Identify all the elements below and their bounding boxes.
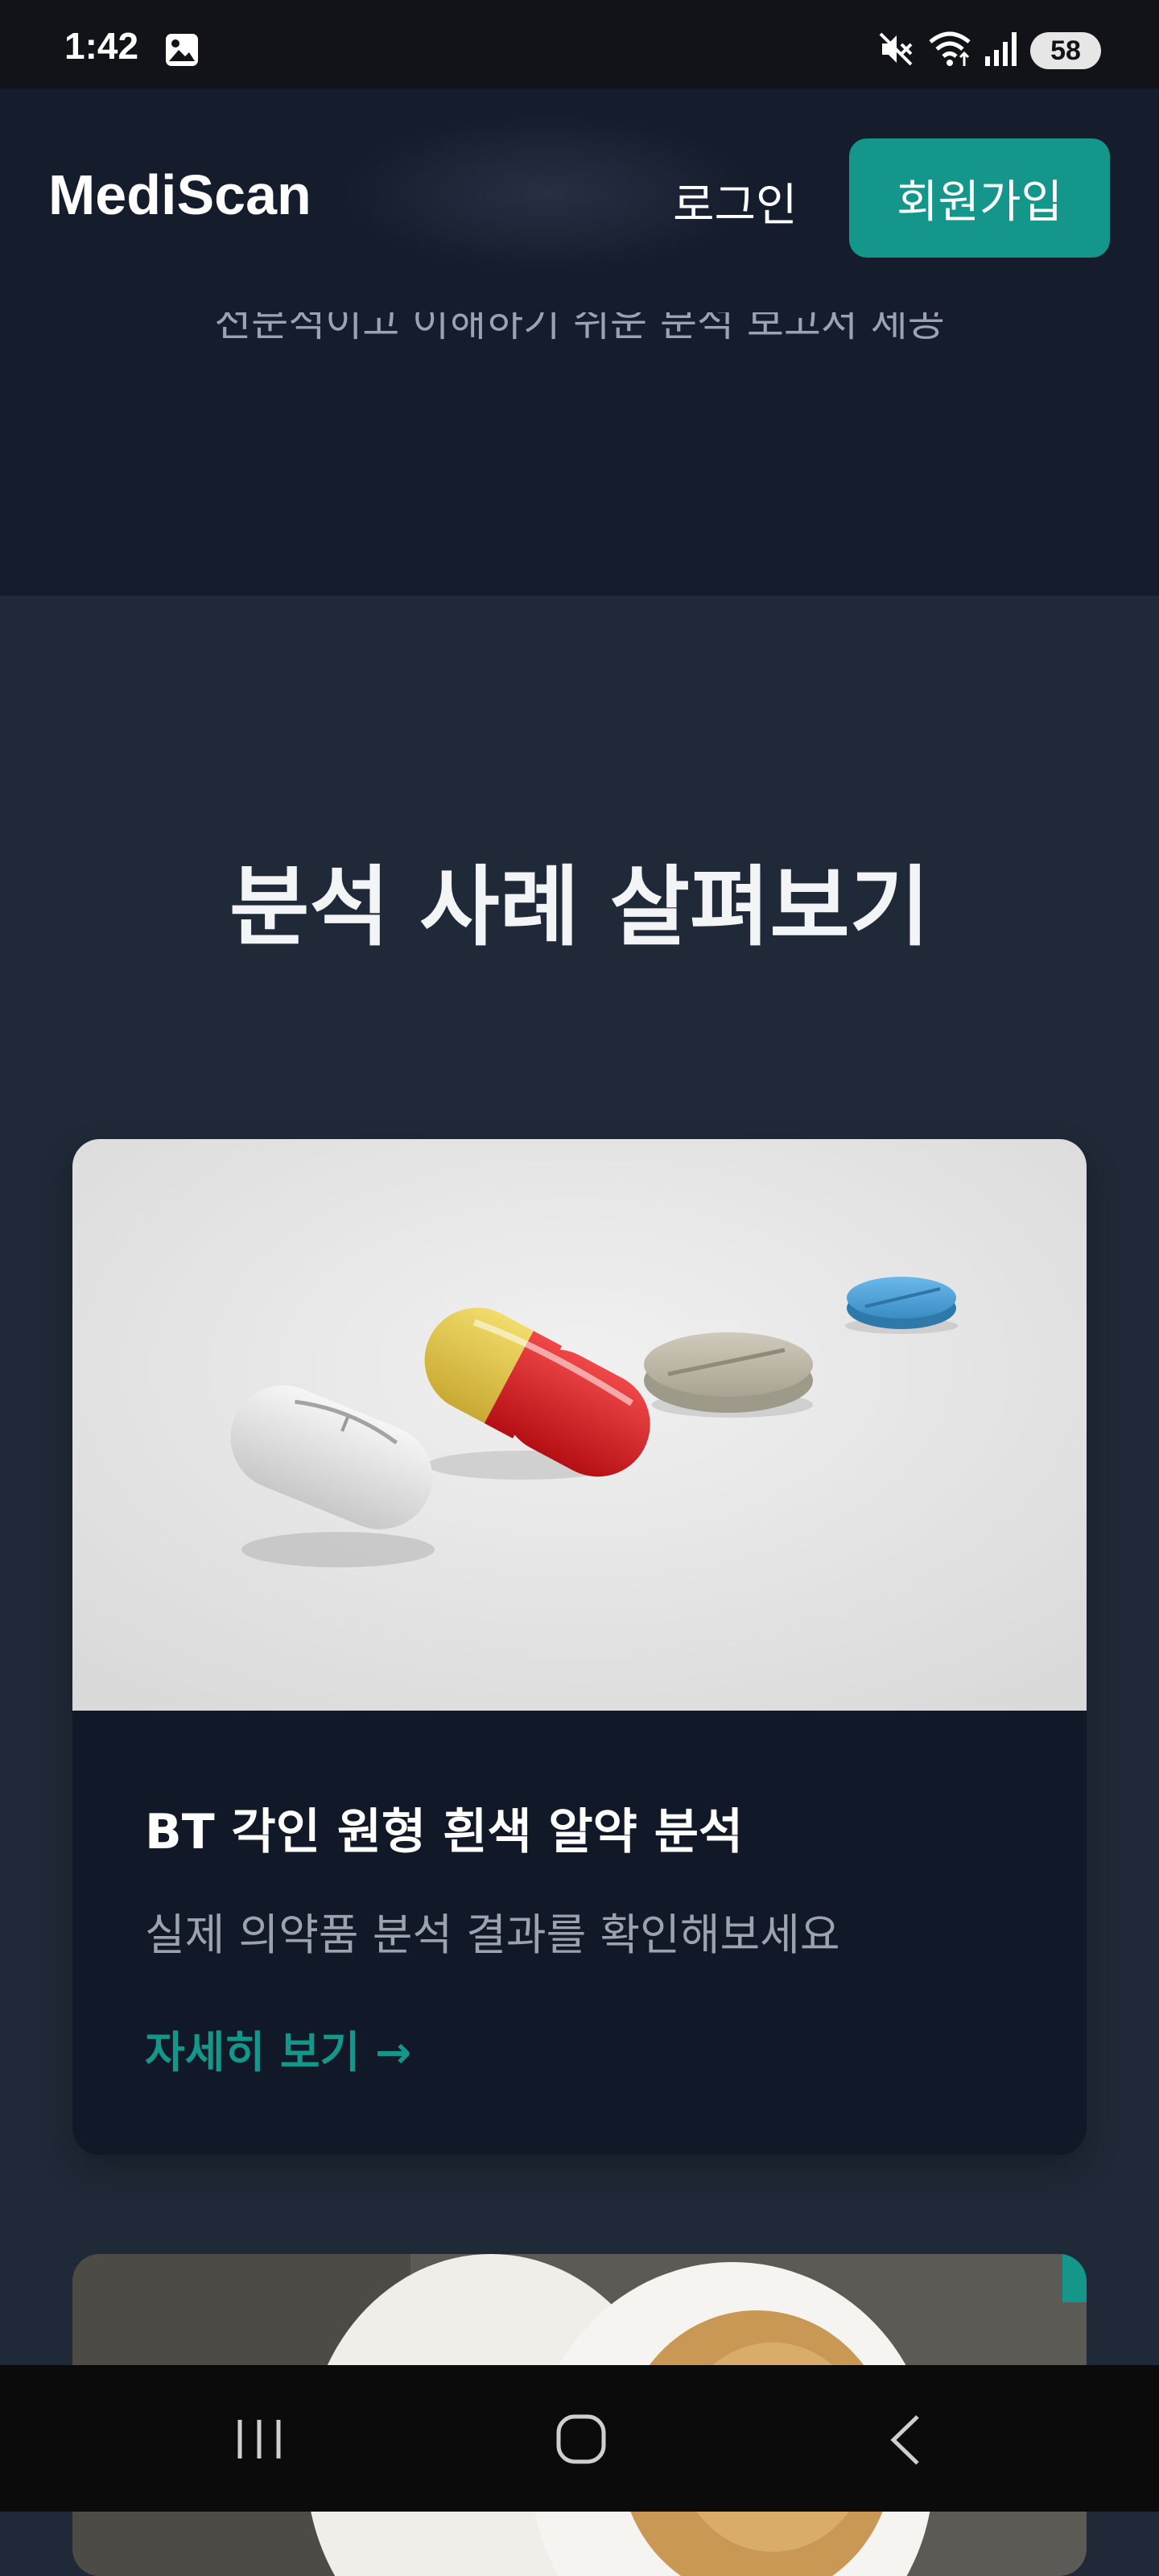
signal-icon — [985, 32, 1017, 66]
system-nav-bar — [0, 2365, 1159, 2512]
top-header: MediScan 로그인 회원가입 — [0, 89, 1159, 258]
home-icon[interactable] — [555, 2413, 607, 2465]
section-title: 분석 사례 살펴보기 — [229, 857, 930, 958]
hero-subtitle: 전문적이고 이해하기 쉬운 분석 보고서 제공 — [214, 299, 945, 345]
brand-logo[interactable]: MediScan — [48, 163, 311, 227]
signup-button[interactable]: 회원가입 — [849, 138, 1110, 258]
pills-image — [72, 1139, 1087, 1711]
status-time: 1:42 — [64, 25, 139, 67]
recent-apps-icon[interactable] — [233, 2415, 285, 2463]
back-icon[interactable] — [885, 2412, 926, 2468]
card-title: BT 각인 원형 흰색 알약 분석 — [145, 1804, 744, 1860]
gallery-icon — [166, 34, 198, 66]
battery-indicator: 58 — [1030, 32, 1101, 69]
view-details-link[interactable]: 자세히 보기 → — [145, 2017, 411, 2080]
status-bar: 1:42 58 — [0, 0, 1159, 89]
card-description: 실제 의약품 분석 결과를 확인해보세요 — [145, 1909, 840, 1960]
login-link[interactable]: 로그인 — [673, 169, 798, 234]
example-card[interactable]: BT 각인 원형 흰색 알약 분석 실제 의약품 분석 결과를 확인해보세요 자… — [72, 1139, 1087, 2155]
mute-icon — [879, 32, 913, 66]
wifi-icon — [929, 31, 971, 66]
